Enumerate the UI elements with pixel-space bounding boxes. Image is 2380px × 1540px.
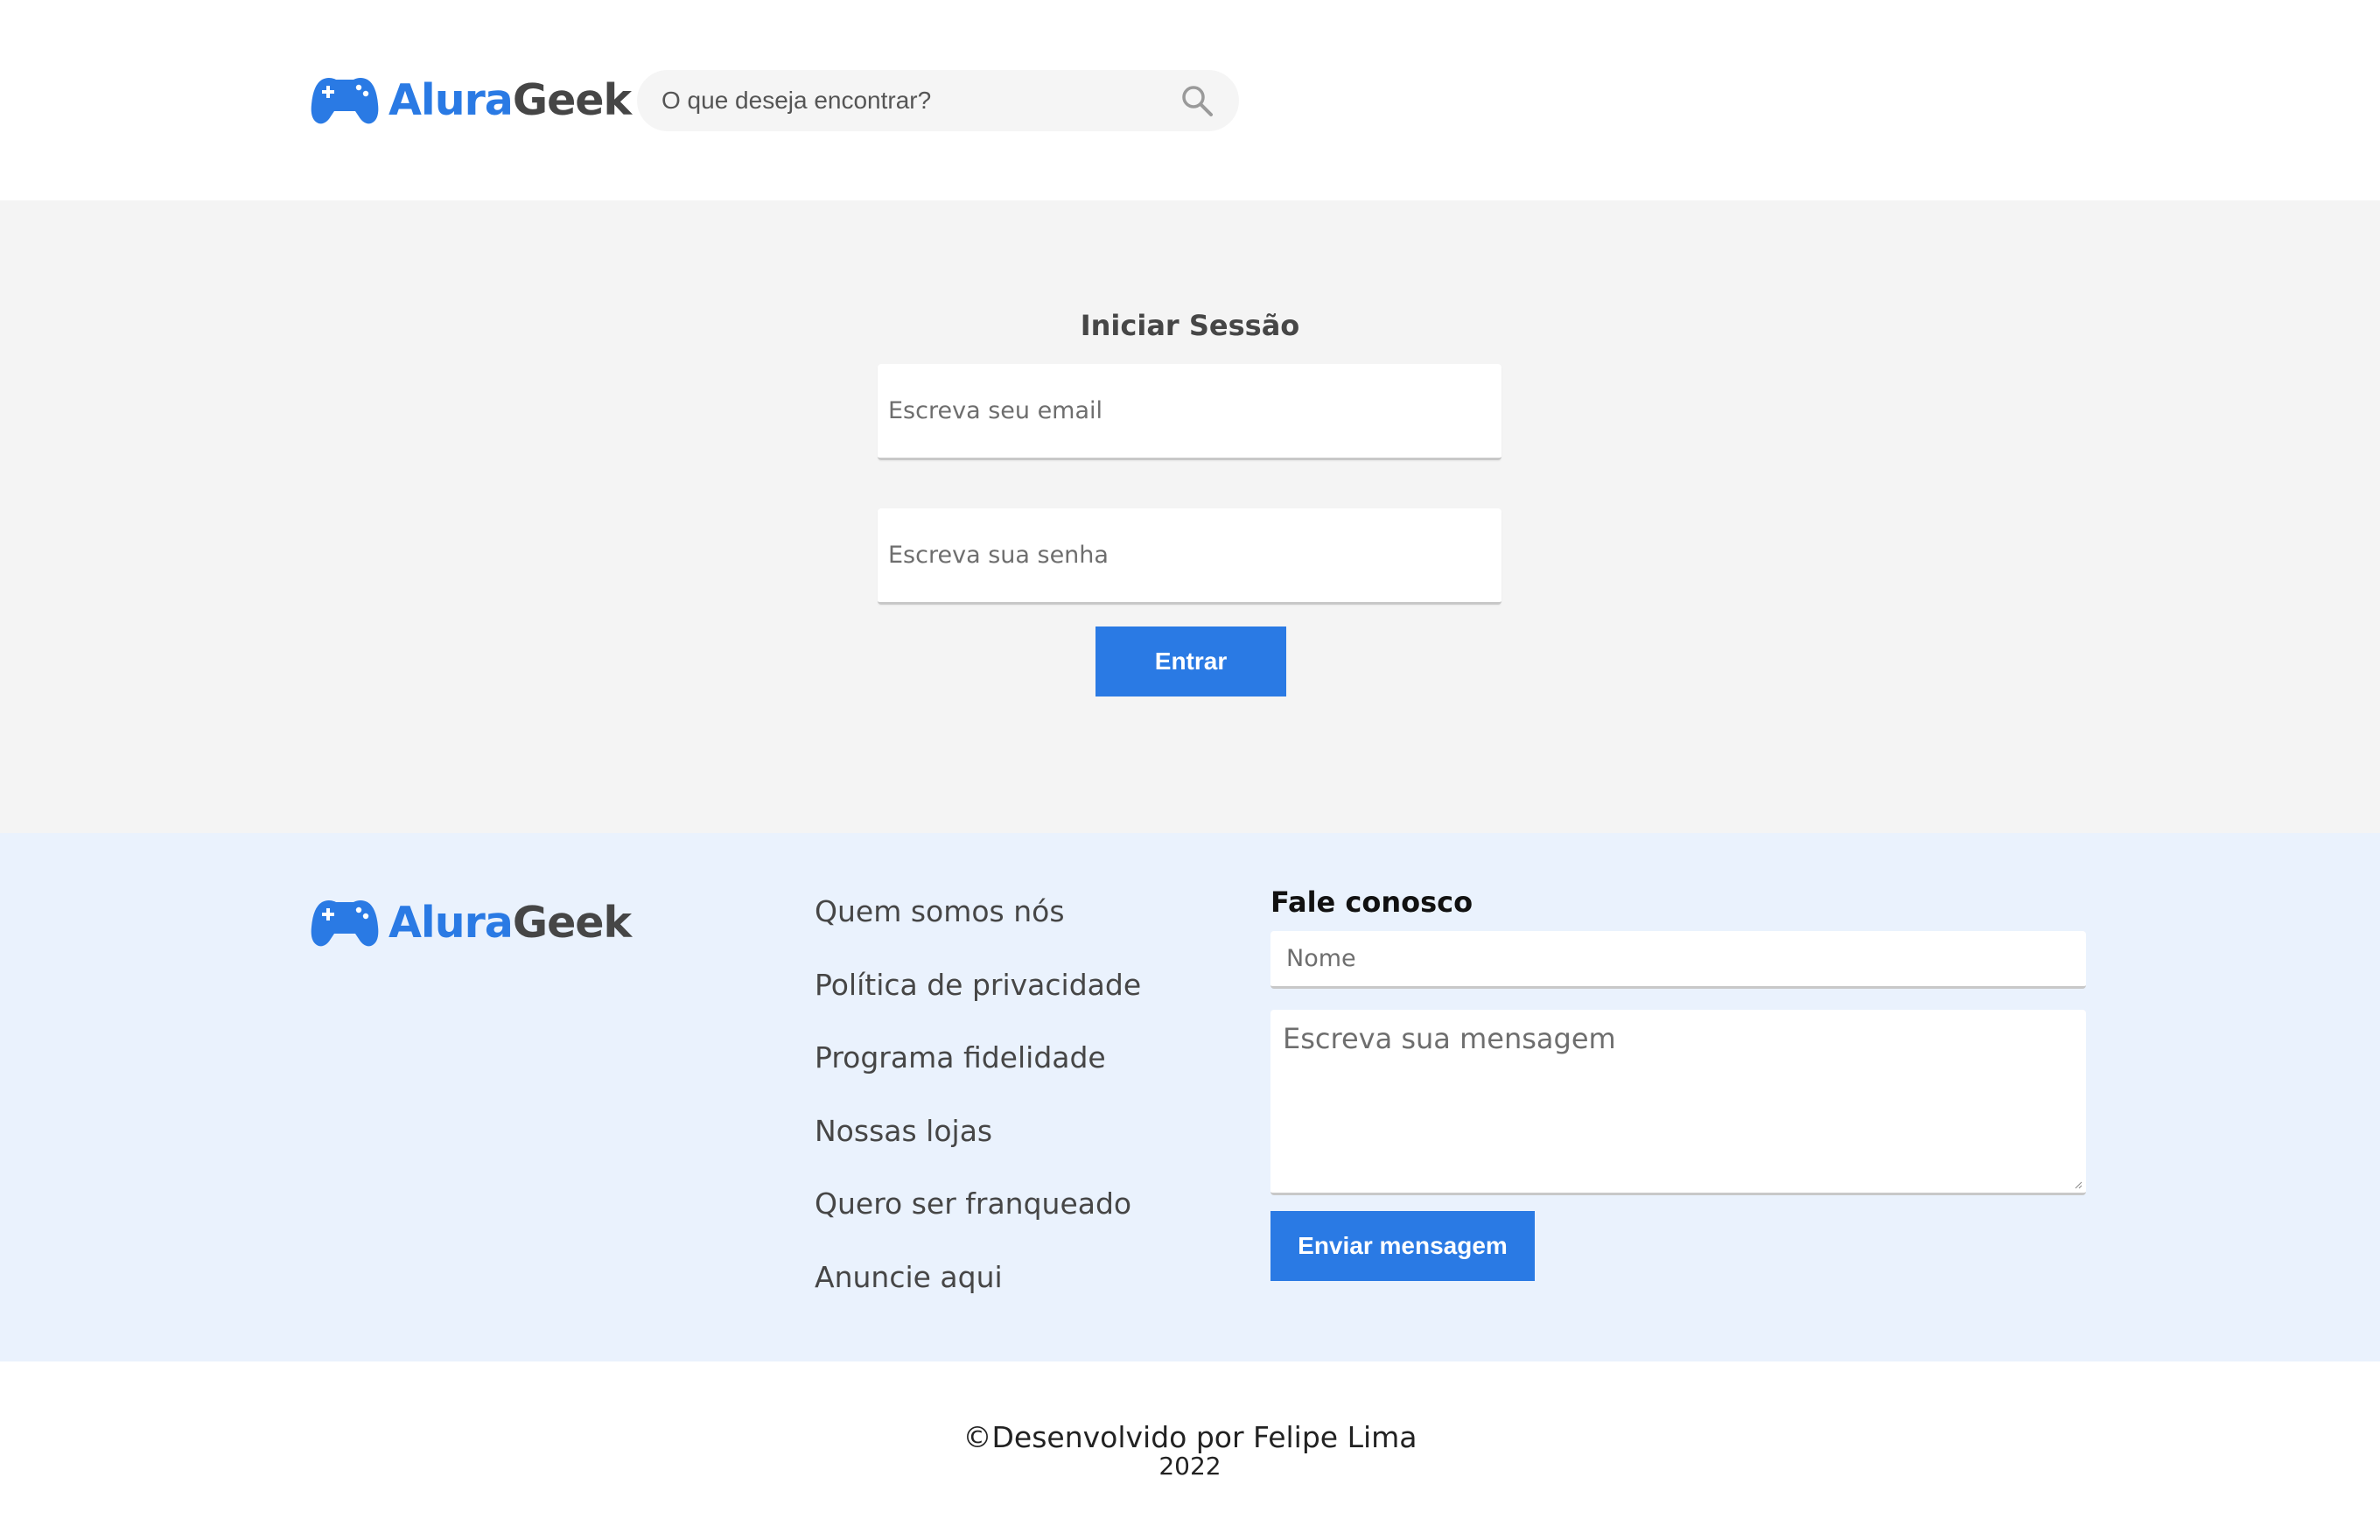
footer-link-franchise[interactable]: Quero ser franqueado (815, 1186, 1141, 1260)
header-logo[interactable]: AluraGeek (310, 72, 632, 128)
search-input[interactable] (662, 87, 1171, 115)
gamepad-icon (311, 78, 379, 124)
site-header: AluraGeek (0, 0, 2380, 200)
gamepad-icon (311, 900, 379, 947)
search-icon[interactable] (1180, 83, 1214, 118)
email-field[interactable] (878, 364, 1502, 458)
brand-name: AluraGeek (388, 74, 632, 125)
contact-title: Fale conosco (1270, 886, 1474, 919)
name-field-wrapper (1270, 931, 2086, 989)
footer-link-loyalty[interactable]: Programa fidelidade (815, 1040, 1141, 1114)
name-field[interactable] (1270, 931, 2086, 986)
site-footer: AluraGeek Quem somos nós Política de pri… (0, 833, 2380, 1362)
email-field-wrapper (878, 364, 1502, 460)
send-message-button[interactable]: Enviar mensagem (1270, 1211, 1535, 1281)
credits-author: ©Desenvolvido por Felipe Lima (962, 1420, 1418, 1454)
footer-links: Quem somos nós Política de privacidade P… (815, 894, 1141, 1333)
footer-link-privacy[interactable]: Política de privacidade (815, 968, 1141, 1041)
search-bar (637, 70, 1239, 131)
password-field-wrapper (878, 508, 1502, 605)
brand-name: AluraGeek (388, 897, 632, 948)
login-title: Iniciar Sessão (1080, 309, 1300, 342)
message-field[interactable] (1270, 1010, 2086, 1193)
credits-bar: ©Desenvolvido por Felipe Lima 2022 (0, 1362, 2380, 1540)
footer-link-about[interactable]: Quem somos nós (815, 894, 1141, 968)
login-button[interactable]: Entrar (1096, 626, 1286, 696)
footer-link-stores[interactable]: Nossas lojas (815, 1114, 1141, 1187)
resize-grip-icon[interactable] (2074, 1180, 2082, 1189)
footer-logo[interactable]: AluraGeek (310, 894, 632, 950)
message-field-wrapper (1270, 1010, 2086, 1195)
credits-year: 2022 (1158, 1452, 1222, 1480)
password-field[interactable] (878, 508, 1502, 602)
login-section: Iniciar Sessão Entrar (0, 200, 2380, 833)
footer-link-advertise[interactable]: Anuncie aqui (815, 1260, 1141, 1334)
